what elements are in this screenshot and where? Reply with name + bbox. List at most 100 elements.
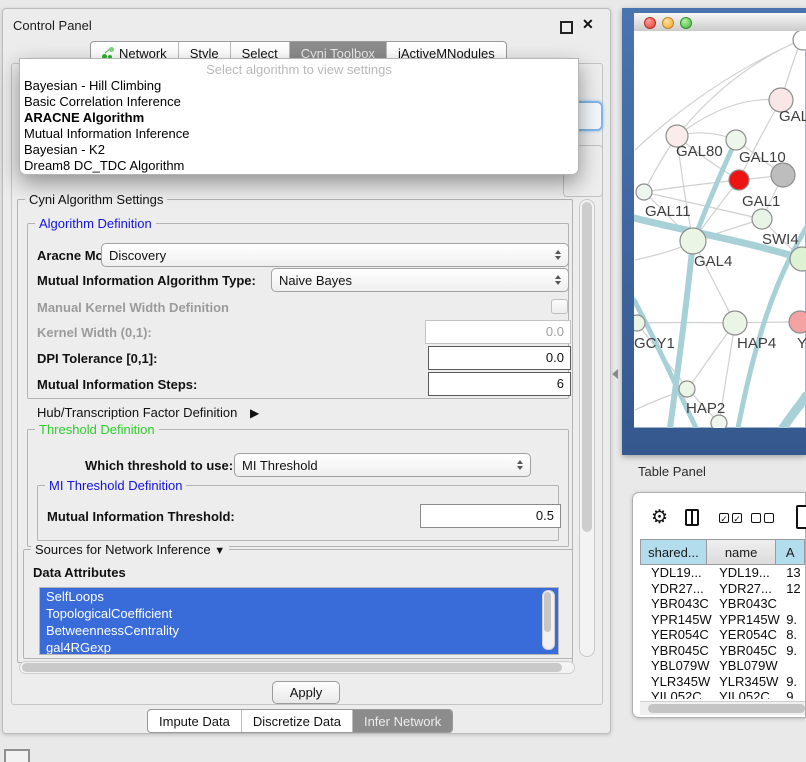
- table-row[interactable]: YIL052CYIL052C9.: [640, 689, 805, 699]
- network-window-titlebar[interactable]: [634, 13, 806, 33]
- select-all-checks-icon[interactable]: ✓✓: [719, 513, 742, 523]
- minimize-traffic-light[interactable]: [662, 17, 674, 29]
- mi-threshold-definition-title: MI Threshold Definition: [45, 478, 186, 493]
- tab-infer-network[interactable]: Infer Network: [352, 710, 452, 732]
- network-view-window: GAL GAL80 GAL10 GAL1 GAL11 SWI4 GAL4 GCY…: [622, 8, 806, 455]
- kernel-width-label: Kernel Width (0,1):: [37, 325, 152, 340]
- node-gcy1[interactable]: [634, 315, 645, 331]
- stepper-icon: [549, 275, 561, 285]
- manual-kernel-checkbox[interactable]: [551, 299, 568, 314]
- mi-type-combobox[interactable]: Naive Bayes: [271, 268, 569, 292]
- node-label: GAL10: [739, 149, 786, 166]
- stepper-icon: [549, 250, 561, 260]
- table-row[interactable]: YDL19...YDL19...13: [640, 565, 805, 581]
- sources-group-title[interactable]: Sources for Network Inference ▼: [31, 542, 229, 557]
- node-label: GAL4: [694, 253, 732, 270]
- algorithm-option[interactable]: Basic Correlation Inference: [20, 94, 578, 110]
- table-row[interactable]: YPR145WYPR145W9.: [640, 612, 805, 628]
- table-row[interactable]: YDR27...YDR27...12: [640, 581, 805, 597]
- table-panel-window: ⚙ ✓✓ shared... name A YDL19...YDL19...13…: [632, 492, 806, 718]
- column-header-shared-name[interactable]: shared...: [640, 539, 707, 565]
- close-window-button[interactable]: ✕: [582, 16, 594, 33]
- node-label: GAL80: [676, 143, 723, 160]
- column-header-partial[interactable]: A: [776, 539, 805, 565]
- apply-button[interactable]: Apply: [272, 681, 340, 704]
- dpi-tolerance-label: DPI Tolerance [0,1]:: [37, 351, 157, 366]
- node-gal1[interactable]: [752, 209, 772, 229]
- node-label: GAL11: [645, 203, 691, 220]
- control-panel-title: Control Panel: [13, 18, 92, 33]
- which-threshold-label: Which threshold to use:: [85, 458, 233, 473]
- node-label: HAP2: [686, 400, 725, 417]
- settings-horizontal-scrollbar[interactable]: [19, 661, 575, 674]
- splitter-collapse-arrow[interactable]: [612, 369, 618, 379]
- node-gal11[interactable]: [636, 184, 652, 200]
- gear-icon[interactable]: ⚙: [651, 508, 668, 527]
- algorithm-option[interactable]: Bayesian - Hill Climbing: [20, 78, 578, 94]
- node-label: GAL1: [742, 193, 780, 210]
- hub-definition-disclosure[interactable]: Hub/Transcription Factor Definition ▶: [37, 405, 259, 420]
- attribute-item[interactable]: SelfLoops: [40, 588, 558, 605]
- column-visibility-icon[interactable]: [685, 509, 699, 526]
- tab-discretize-data[interactable]: Discretize Data: [241, 710, 352, 732]
- table-row[interactable]: YBL079WYBL079W: [640, 658, 805, 674]
- mi-threshold-label: Mutual Information Threshold:: [47, 509, 235, 524]
- attribute-item[interactable]: TopologicalCoefficient: [40, 605, 558, 622]
- mi-threshold-field[interactable]: 0.5: [420, 504, 561, 528]
- node-hap4[interactable]: [723, 311, 747, 335]
- close-traffic-light[interactable]: [644, 17, 656, 29]
- table-body: YDL19...YDL19...13 YDR27...YDR27...12 YB…: [640, 565, 805, 699]
- node-gal10[interactable]: [726, 130, 746, 150]
- disclosure-down-icon: ▼: [214, 545, 225, 557]
- node-salmon[interactable]: [789, 311, 806, 333]
- node-gray[interactable]: [771, 163, 795, 187]
- column-header-name[interactable]: name: [707, 539, 777, 565]
- node-label: Y: [797, 335, 806, 352]
- node-unlabeled[interactable]: [793, 31, 806, 50]
- mi-steps-label: Mutual Information Steps:: [37, 377, 197, 392]
- popup-placeholder-item: Select algorithm to view settings: [20, 61, 578, 78]
- algorithm-option[interactable]: Dream8 DC_TDC Algorithm: [20, 158, 578, 174]
- settings-vertical-scrollbar[interactable]: [579, 199, 595, 657]
- settings-group-title: Cyni Algorithm Settings: [25, 192, 167, 207]
- mi-type-label: Mutual Information Algorithm Type:: [37, 273, 256, 288]
- table-row[interactable]: YBR043CYBR043C: [640, 596, 805, 612]
- node-gal4[interactable]: [680, 228, 706, 254]
- attribute-item[interactable]: BetweennessCentrality: [40, 622, 558, 639]
- mi-steps-field[interactable]: 6: [428, 372, 571, 396]
- algorithm-select-popup: Select algorithm to view settings Bayesi…: [19, 58, 579, 175]
- node-hap2[interactable]: [679, 381, 695, 397]
- table-header-row: shared... name A: [640, 539, 805, 565]
- kernel-width-field[interactable]: 0.0: [425, 320, 571, 344]
- zoom-traffic-light[interactable]: [680, 17, 692, 29]
- network-canvas[interactable]: GAL GAL80 GAL10 GAL1 GAL11 SWI4 GAL4 GCY…: [634, 31, 806, 428]
- network-graph: GAL GAL80 GAL10 GAL1 GAL11 SWI4 GAL4 GCY…: [634, 31, 806, 428]
- algorithm-option[interactable]: Bayesian - K2: [20, 142, 578, 158]
- algorithm-option[interactable]: Mutual Information Inference: [20, 126, 578, 142]
- aracne-mode-combobox[interactable]: Discovery: [101, 243, 569, 267]
- screen: Control Panel ✕ Network Style Select Cyn…: [0, 0, 806, 762]
- dpi-tolerance-field[interactable]: 0.0: [428, 346, 571, 370]
- attribute-item[interactable]: gal4RGexp: [40, 639, 558, 655]
- data-attributes-label: Data Attributes: [33, 565, 126, 580]
- export-table-icon[interactable]: [796, 505, 806, 529]
- table-panel-title: Table Panel: [638, 464, 706, 479]
- collapsed-panel[interactable]: [4, 749, 30, 762]
- table-row[interactable]: YLR345WYLR345W9.: [640, 674, 805, 690]
- cyni-bottom-tab-bar: Impute Data Discretize Data Infer Networ…: [147, 709, 453, 733]
- algorithm-definition-title: Algorithm Definition: [35, 216, 156, 231]
- deselect-all-checks-icon[interactable]: [751, 513, 774, 523]
- disclosure-right-icon: ▶: [250, 406, 259, 420]
- table-row[interactable]: YER054CYER054C8.: [640, 627, 805, 643]
- float-window-button[interactable]: [560, 21, 573, 34]
- node-label: SWI4: [762, 231, 799, 248]
- data-attributes-list[interactable]: SelfLoops TopologicalCoefficient Between…: [39, 587, 559, 655]
- tab-impute-data[interactable]: Impute Data: [148, 710, 241, 732]
- node-selected-red[interactable]: [729, 170, 749, 190]
- table-row[interactable]: YBR045CYBR045C9.: [640, 643, 805, 659]
- attributes-list-scrollbar[interactable]: [542, 590, 555, 650]
- table-horizontal-scrollbar[interactable]: [640, 701, 805, 715]
- manual-kernel-label: Manual Kernel Width Definition: [37, 300, 229, 315]
- algorithm-option-selected[interactable]: ARACNE Algorithm: [20, 110, 578, 126]
- which-threshold-combobox[interactable]: MI Threshold: [234, 453, 531, 477]
